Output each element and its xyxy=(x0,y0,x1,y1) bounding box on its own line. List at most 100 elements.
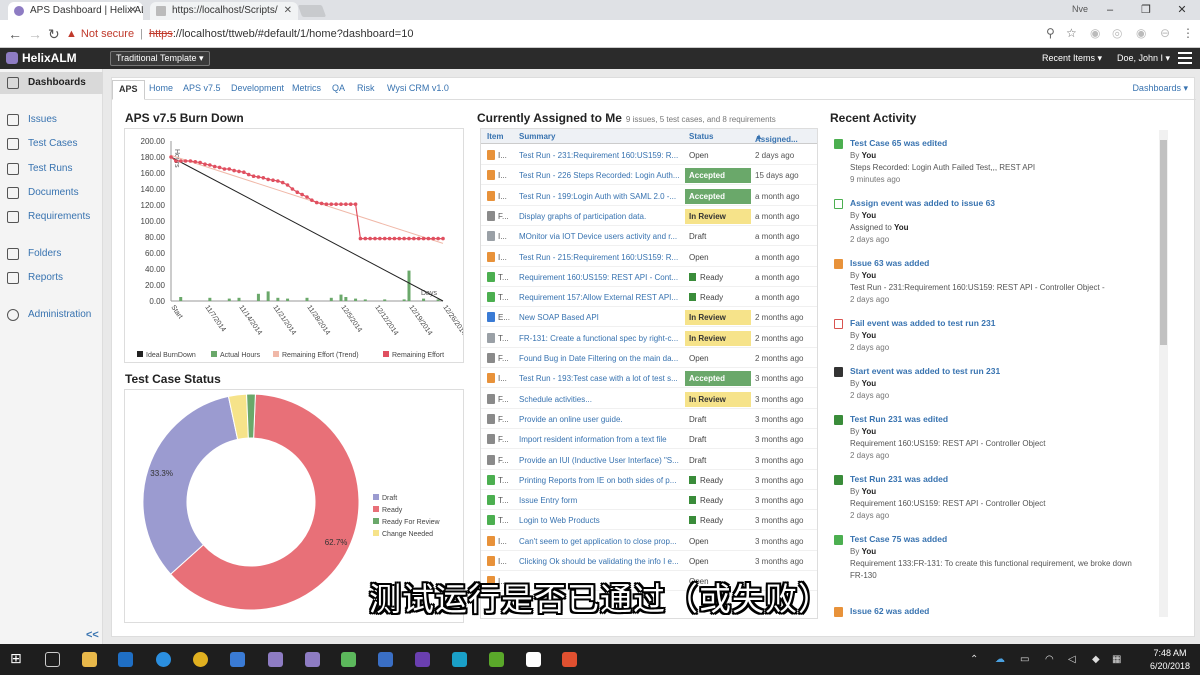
file-explorer-icon[interactable] xyxy=(82,652,97,667)
table-row[interactable]: F... Schedule activities... In Review 3 mon… xyxy=(481,389,817,409)
activity-title-link[interactable]: Test Case 65 was edited xyxy=(850,138,947,148)
row-summary-link[interactable]: Test Run - 193:Test case with a lot of t… xyxy=(519,374,679,383)
visual-studio-icon[interactable] xyxy=(415,652,430,667)
forward-icon[interactable]: → xyxy=(28,26,42,42)
helix-app-icon[interactable] xyxy=(305,652,320,667)
extension-icon[interactable]: ⊖ xyxy=(1160,26,1170,40)
template-dropdown[interactable]: Traditional Template ▾ xyxy=(110,51,210,66)
extension-icon[interactable]: ◉ xyxy=(1090,26,1100,40)
table-row[interactable]: F... Provide an online user guide. Draft 3 … xyxy=(481,409,817,429)
user-menu[interactable]: Doe, John I ▾ xyxy=(1117,53,1170,64)
dropbox-icon[interactable]: ◆ xyxy=(1092,654,1100,665)
edge-icon[interactable] xyxy=(156,652,171,667)
table-row[interactable]: T... Requirement 160:US159: REST API - Co… xyxy=(481,267,817,287)
row-summary-link[interactable]: Clicking Ok should be validating the inf… xyxy=(519,557,679,566)
row-summary-link[interactable]: New SOAP Based API xyxy=(519,313,679,322)
row-summary-link[interactable]: Test Run - 199:Login Auth with SAML 2.0 … xyxy=(519,192,679,201)
tab-aps[interactable]: APS xyxy=(112,80,145,100)
col-item[interactable]: Item xyxy=(487,132,503,141)
table-row[interactable]: I... Test Run - 215:Requirement 160:US159… xyxy=(481,247,817,267)
activity-title-link[interactable]: Fail event was added to test run 231 xyxy=(850,318,996,328)
row-summary-link[interactable]: Test Run - 231:Requirement 160:US159: R.… xyxy=(519,151,679,160)
app-icon[interactable] xyxy=(526,652,541,667)
chrome-icon[interactable] xyxy=(193,652,208,667)
activity-title-link[interactable]: Test Case 75 was added xyxy=(850,534,947,544)
row-summary-link[interactable]: Provide an IUI (Inductive User Interface… xyxy=(519,456,679,465)
task-view-icon[interactable] xyxy=(45,652,60,667)
tab-wysi-crm[interactable]: Wysi CRM v1.0 xyxy=(387,83,449,93)
table-row[interactable]: F... Display graphs of participation data… xyxy=(481,206,817,226)
activity-scrollbar-thumb[interactable] xyxy=(1160,140,1167,345)
row-summary-link[interactable]: Schedule activities... xyxy=(519,395,679,404)
tab-risk[interactable]: Risk xyxy=(357,83,375,93)
row-summary-link[interactable]: Requirement 160:US159: REST API - Cont..… xyxy=(519,273,679,282)
row-summary-link[interactable]: Issue Entry form xyxy=(519,496,679,505)
extension-icon[interactable]: ◎ xyxy=(1112,26,1122,40)
close-window-icon[interactable]: ✕ xyxy=(1164,0,1200,20)
table-row[interactable]: I... Can't seem to get application to clo… xyxy=(481,531,817,551)
sidebar-item-dashboards[interactable]: Dashboards xyxy=(0,72,103,94)
col-assigned[interactable]: Assigned... ▲ xyxy=(755,132,798,144)
close-icon[interactable]: ✕ xyxy=(284,5,292,16)
table-row[interactable]: F... Found Bug in Date Filtering on the m… xyxy=(481,348,817,368)
table-row[interactable]: I... Test Run - 226 Steps Recorded: Login… xyxy=(481,165,817,186)
row-summary-link[interactable]: Found Bug in Date Filtering on the main … xyxy=(519,354,679,363)
hamburger-icon[interactable] xyxy=(1178,52,1192,65)
minimize-icon[interactable]: – xyxy=(1092,0,1128,20)
browser-tab-aps[interactable]: APS Dashboard | Helix ALM ✕ xyxy=(8,2,143,20)
tray-chevron-icon[interactable]: ⌃ xyxy=(970,654,978,665)
battery-icon[interactable]: ▭ xyxy=(1020,654,1029,665)
app-icon[interactable] xyxy=(489,652,504,667)
sidebar-item-administration[interactable]: Administration xyxy=(0,304,103,326)
wifi-icon[interactable]: ◠ xyxy=(1045,654,1054,665)
remote-desktop-icon[interactable] xyxy=(378,652,393,667)
sidebar-item-documents[interactable]: Documents xyxy=(0,182,103,204)
table-row[interactable]: I... Clicking Ok should be validating the… xyxy=(481,551,817,571)
dashboards-dropdown[interactable]: Dashboards ▾ xyxy=(1132,83,1188,94)
helix-logo[interactable]: HelixALM xyxy=(6,51,77,65)
taskbar-clock[interactable]: 7:48 AM 6/20/2018 xyxy=(1150,647,1190,673)
table-row[interactable]: T... FR-131: Create a functional spec by … xyxy=(481,328,817,348)
tab-metrics[interactable]: Metrics xyxy=(292,83,321,93)
menu-kebab-icon[interactable]: ⋮ xyxy=(1182,26,1194,40)
activity-title-link[interactable]: Start event was added to test run 231 xyxy=(850,366,1000,376)
outlook-icon[interactable] xyxy=(118,652,133,667)
row-summary-link[interactable]: Printing Reports from IE on both sides o… xyxy=(519,476,679,485)
table-row[interactable]: F... Provide an IUI (Inductive User Inter… xyxy=(481,450,817,470)
sidebar-item-test-cases[interactable]: Test Cases xyxy=(0,133,103,155)
table-row[interactable]: I... MOnitor via IOT Device users activit… xyxy=(481,226,817,247)
activity-title-link[interactable]: Test Run 231 was added xyxy=(850,474,948,484)
zoom-icon[interactable]: ⚲ xyxy=(1046,26,1055,40)
activity-title-link[interactable]: Test Run 231 was edited xyxy=(850,414,948,424)
app-icon[interactable] xyxy=(452,652,467,667)
table-row[interactable]: I... Test Run - 193:Test case with a lot … xyxy=(481,368,817,389)
sidebar-item-reports[interactable]: Reports xyxy=(0,267,103,289)
table-row[interactable]: T... Login to Web Products Ready 3 months a… xyxy=(481,510,817,531)
row-summary-link[interactable]: Provide an online user guide. xyxy=(519,415,679,424)
activity-title-link[interactable]: Issue 63 was added xyxy=(850,258,929,268)
col-summary[interactable]: Summary xyxy=(519,132,555,141)
row-summary-link[interactable]: FR-131: Create a functional spec by righ… xyxy=(519,334,679,343)
onedrive-icon[interactable]: ☁ xyxy=(995,654,1005,665)
helix-app-icon[interactable] xyxy=(341,652,356,667)
sidebar-item-requirements[interactable]: Requirements xyxy=(0,206,103,228)
activity-title-link[interactable]: Assign event was added to issue 63 xyxy=(850,198,995,208)
table-row[interactable]: T... Printing Reports from IE on both sid… xyxy=(481,470,817,490)
table-row[interactable]: F... Import resident information from a t… xyxy=(481,429,817,450)
row-summary-link[interactable]: Requirement 157:Allow External REST API.… xyxy=(519,293,679,302)
maps-icon[interactable] xyxy=(230,652,245,667)
helix-app-icon[interactable] xyxy=(268,652,283,667)
collapse-sidebar-button[interactable]: << xyxy=(86,629,99,641)
recent-items-menu[interactable]: Recent Items ▾ xyxy=(1042,53,1102,64)
browser-tab-scripts[interactable]: https://localhost/Scripts/ ✕ xyxy=(150,2,298,20)
back-icon[interactable]: ← xyxy=(8,26,22,42)
row-summary-link[interactable]: Login to Web Products xyxy=(519,516,679,525)
close-icon[interactable]: ✕ xyxy=(129,5,137,16)
table-row[interactable]: T... Issue Entry form Ready 3 months ago xyxy=(481,490,817,511)
tab-development[interactable]: Development xyxy=(231,83,284,93)
tab-aps-v75[interactable]: APS v7.5 xyxy=(183,83,221,93)
url-input[interactable]: ▲ Not secure | https://localhost/ttweb/#def… xyxy=(66,24,1086,44)
sidebar-item-test-runs[interactable]: Test Runs xyxy=(0,158,103,180)
volume-icon[interactable]: ◁ xyxy=(1068,654,1076,665)
table-row[interactable]: E... New SOAP Based API In Review 2 months … xyxy=(481,307,817,328)
